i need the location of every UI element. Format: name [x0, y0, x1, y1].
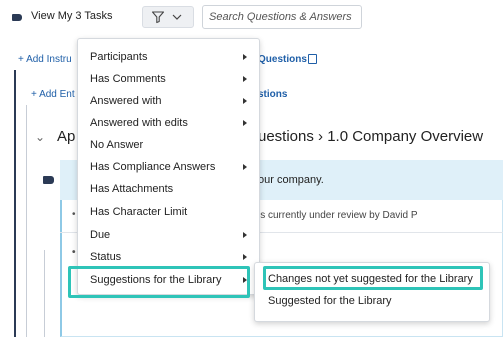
submenu-arrow-icon	[243, 54, 247, 60]
submenu-arrow-icon	[243, 254, 247, 260]
menu-item-label: No Answer	[90, 139, 144, 151]
filter-button[interactable]	[142, 6, 194, 28]
menu-item-due[interactable]: Due	[78, 224, 261, 246]
review-status-text: is currently under review by David P	[258, 210, 418, 221]
submenu-arrow-icon	[243, 76, 247, 82]
menu-item-label: Due	[90, 229, 111, 241]
menu-item-answered-with-edits[interactable]: Answered with edits	[78, 112, 261, 134]
collapse-chevron-icon[interactable]: ⌄	[35, 130, 45, 144]
menu-item-label: Has Character Limit	[90, 206, 188, 218]
filter-menu: Participants Has Comments Answered with …	[77, 38, 260, 295]
menu-item-has-character-limit[interactable]: Has Character Limit	[78, 201, 261, 223]
menu-item-label: Participants	[90, 51, 148, 63]
submenu-arrow-icon	[243, 98, 247, 104]
outline-line-inner	[26, 105, 27, 337]
outline-line	[14, 70, 16, 337]
bullet-icon: •	[72, 209, 76, 220]
chevron-down-icon	[172, 14, 182, 20]
highlight-box-menu-item	[68, 266, 250, 298]
menu-item-has-compliance-answers[interactable]: Has Compliance Answers	[78, 156, 261, 178]
questions-link[interactable]: Questions	[258, 54, 307, 65]
menu-item-has-attachments[interactable]: Has Attachments	[78, 178, 261, 200]
menu-item-label: Status	[90, 251, 122, 263]
question-text: our company.	[258, 174, 324, 186]
document-icon[interactable]	[308, 54, 317, 64]
flag-icon	[43, 176, 54, 184]
menu-item-label: Has Attachments	[90, 183, 174, 195]
section-title: Ap	[57, 128, 76, 145]
menu-item-status[interactable]: Status	[78, 246, 261, 268]
menu-item-label: Has Comments	[90, 73, 166, 85]
add-entry-link[interactable]: + Add Ent	[31, 89, 75, 100]
menu-item-no-answer[interactable]: No Answer	[78, 134, 261, 156]
bullet-icon-2: •	[72, 247, 76, 258]
menu-item-participants[interactable]: Participants	[78, 46, 261, 68]
menu-item-answered-with[interactable]: Answered with	[78, 90, 261, 112]
menu-item-label: Answered with edits	[90, 117, 188, 129]
questions-link-2[interactable]: stions	[258, 89, 287, 100]
menu-item-has-comments[interactable]: Has Comments	[78, 68, 261, 90]
menu-item-label: Answered with	[90, 95, 162, 107]
menu-item-label: Has Compliance Answers	[90, 161, 216, 173]
submenu-arrow-icon	[243, 120, 247, 126]
add-instructions-link[interactable]: + Add Instru	[18, 54, 72, 65]
search-input[interactable]	[202, 5, 362, 29]
filter-icon	[151, 11, 165, 24]
submenu-arrow-icon	[243, 232, 247, 238]
outline-line-sub	[44, 250, 45, 337]
highlight-box-submenu-item	[263, 266, 483, 290]
submenu-item-suggested-for-library[interactable]: Suggested for the Library	[268, 295, 392, 307]
tag-icon	[12, 14, 22, 21]
breadcrumb: uestions › 1.0 Company Overview	[258, 128, 484, 145]
view-my-tasks-link[interactable]: View My 3 Tasks	[31, 10, 113, 22]
submenu-arrow-icon	[243, 164, 247, 170]
